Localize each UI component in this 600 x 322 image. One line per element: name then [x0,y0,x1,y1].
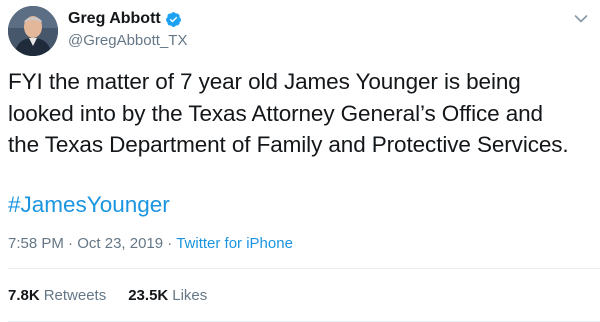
hashtag-link[interactable]: #JamesYounger [8,189,170,220]
tweet-text: FYI the matter of 7 year old James Young… [8,69,569,157]
chevron-down-icon[interactable] [574,14,588,24]
tweet-date[interactable]: Oct 23, 2019 [77,235,163,252]
retweets-label: Retweets [43,287,107,304]
tweet-time[interactable]: 7:58 PM [8,235,64,252]
tweet-source-link[interactable]: Twitter for iPhone [176,235,293,252]
engagement-stats: 7.8K Retweets 23.5K Likes [8,286,229,306]
author-handle[interactable]: @GregAbbott_TX [68,31,187,51]
retweets-stat[interactable]: 7.8K Retweets [8,286,106,306]
divider [8,268,600,269]
author-avatar[interactable] [8,6,58,56]
author-info: Greg Abbott @GregAbbott_TX [68,9,187,51]
author-display-name[interactable]: Greg Abbott [68,9,161,29]
tweet-card: Greg Abbott @GregAbbott_TX FYI the matte… [0,0,600,322]
tweet-metadata: 7:58 PM · Oct 23, 2019 · Twitter for iPh… [8,234,293,254]
likes-stat[interactable]: 23.5K Likes [128,286,207,306]
profile-photo-icon [8,6,58,56]
meta-separator: · [68,235,78,252]
verified-badge-icon [165,11,181,27]
likes-label: Likes [172,287,208,304]
author-name-row: Greg Abbott [68,9,187,29]
retweets-count: 7.8K [8,287,40,304]
likes-count: 23.5K [128,287,169,304]
meta-separator: · [167,235,177,252]
